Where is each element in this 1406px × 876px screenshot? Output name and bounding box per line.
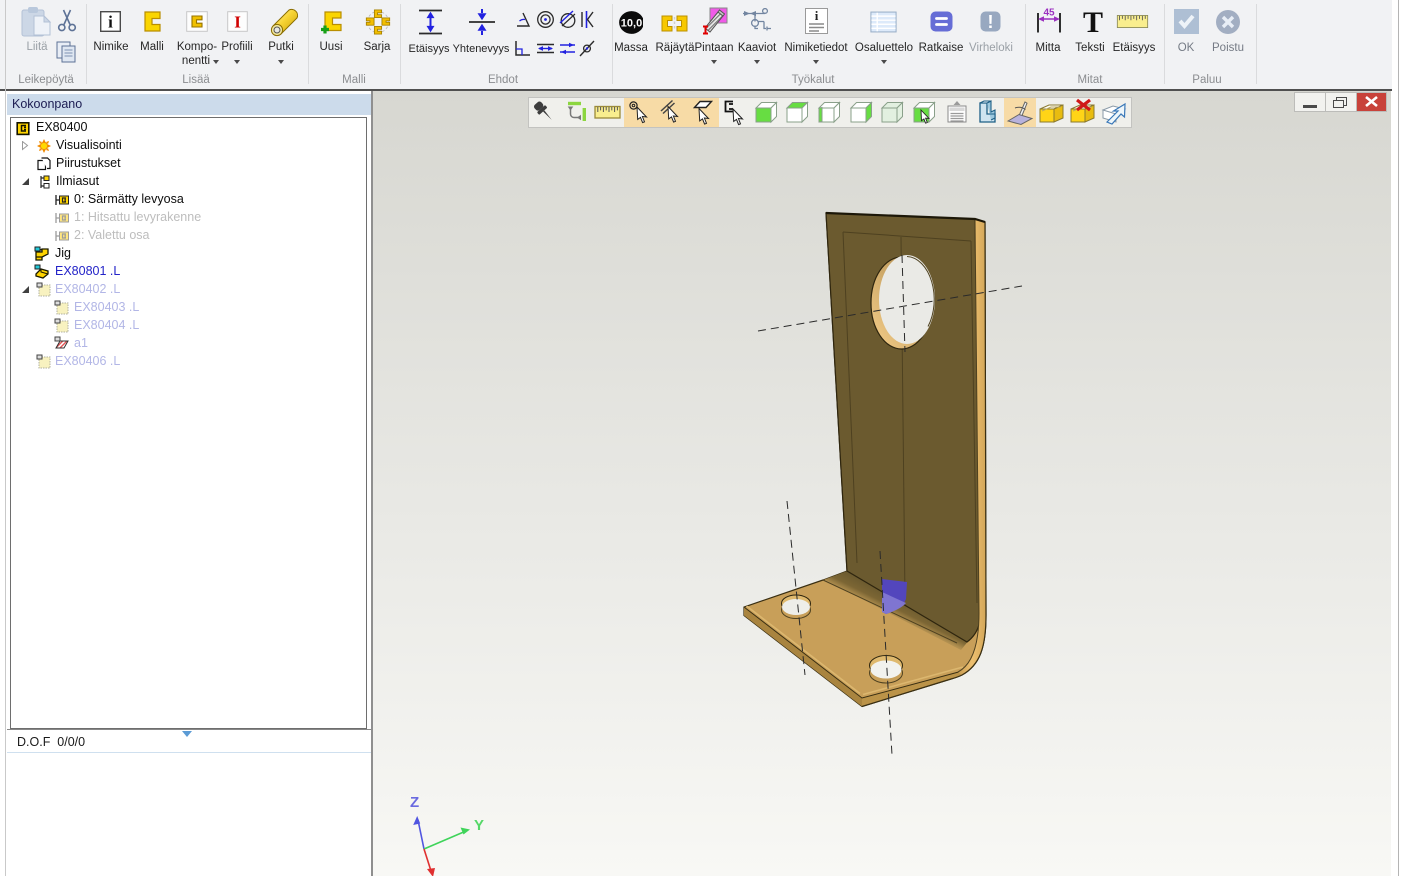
svg-text:Z: Z xyxy=(410,794,419,811)
svg-text:!: ! xyxy=(988,12,994,32)
svg-text:I: I xyxy=(234,13,241,32)
svg-text:45: 45 xyxy=(1043,8,1055,19)
svg-text:10,0: 10,0 xyxy=(621,18,642,30)
svg-text:Y: Y xyxy=(474,817,484,834)
svg-text:i: i xyxy=(815,8,819,23)
svg-text:i: i xyxy=(108,13,113,32)
